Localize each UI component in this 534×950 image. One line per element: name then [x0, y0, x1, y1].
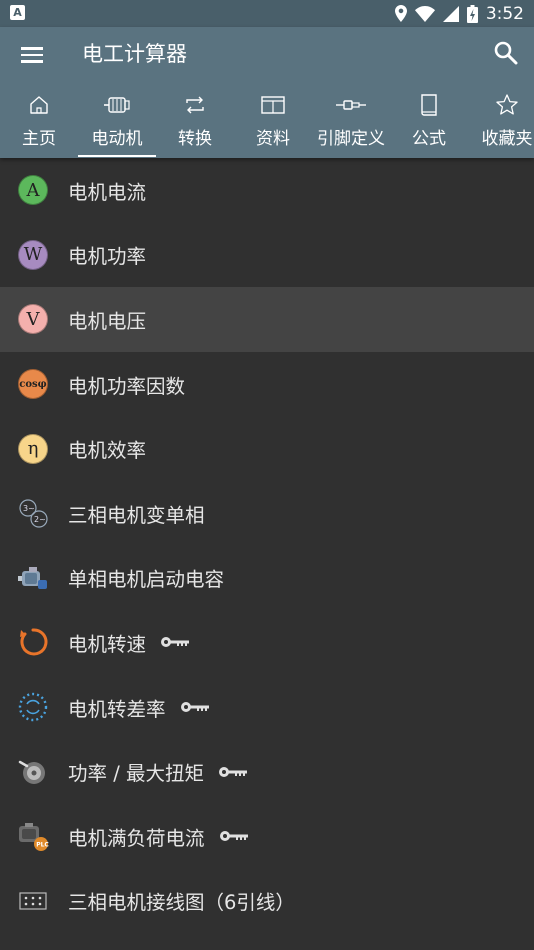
phase-convert-icon: 3~ 2~: [19, 499, 48, 528]
status-icons: 3:52: [394, 2, 524, 25]
tab-pinout[interactable]: 引脚定义: [312, 85, 390, 158]
watt-icon: W: [18, 239, 48, 270]
list-item-label: 电机电流: [68, 180, 147, 204]
lock-key-icon: [218, 766, 247, 777]
list-item-label: 电机转速: [68, 632, 147, 656]
tab-label: 资料: [256, 129, 290, 149]
home-icon: [30, 96, 48, 114]
list-item-three-to-single-phase[interactable]: 3~ 2~ 三相电机变单相: [0, 481, 534, 546]
list-item-label: 三相电机接线图（6引线）: [68, 891, 295, 915]
lock-key-icon: [180, 702, 209, 713]
list-item-label: 单相电机启动电容: [68, 568, 225, 592]
list-item-label: 电机转差率: [68, 697, 166, 721]
volt-icon: V: [18, 304, 48, 335]
tab-label: 收藏夹: [481, 129, 533, 149]
tab-formula[interactable]: 公式: [390, 85, 468, 158]
svg-text:2~: 2~: [34, 515, 46, 524]
status-bar: A 3:52: [0, 0, 534, 27]
tab-bar: 主页 电动机 转换 资料 引脚定义 公式 收藏夹: [0, 85, 534, 158]
tab-favorites[interactable]: 收藏夹: [468, 85, 534, 158]
signal-icon: [442, 5, 459, 22]
list-item-motor-speed[interactable]: 电机转速: [0, 610, 534, 675]
list-item-torque[interactable]: 功率 / 最大扭矩: [0, 739, 534, 804]
menu-button[interactable]: [17, 40, 47, 66]
eta-icon: η: [18, 433, 48, 464]
list-item-label: 三相电机变单相: [68, 503, 205, 527]
list-item-motor-current[interactable]: A 电机电流: [0, 158, 534, 223]
list-item-label: 功率 / 最大扭矩: [68, 762, 204, 786]
svg-text:PLC: PLC: [36, 842, 49, 849]
list-item-slip[interactable]: 电机转差率: [0, 675, 534, 740]
list-item-label: 电机功率因数: [68, 374, 186, 398]
tab-convert[interactable]: 转换: [156, 85, 234, 158]
battery-icon: [466, 4, 478, 23]
search-icon[interactable]: [492, 39, 520, 67]
list-item-motor-voltage[interactable]: V 电机电压: [0, 287, 534, 352]
app-bar: 电工计算器 主页 电动机 转换 资料 引脚定义 公式 收藏夹: [0, 27, 534, 158]
tab-motor[interactable]: 电动机: [78, 85, 156, 158]
convert-icon: [186, 96, 204, 114]
list-item-label: 电机功率: [68, 245, 147, 269]
tab-home[interactable]: 主页: [0, 85, 78, 158]
motor-icon: [104, 97, 130, 113]
location-icon: [394, 5, 407, 22]
lock-key-icon: [219, 831, 248, 842]
slip-icon: [18, 692, 48, 722]
connector-icon: [336, 100, 366, 110]
ampere-icon: A: [18, 175, 48, 206]
star-icon: [496, 94, 518, 115]
book-icon: [421, 94, 437, 116]
list-item-motor-power[interactable]: W 电机功率: [0, 223, 534, 288]
tab-label: 引脚定义: [317, 129, 385, 149]
motor-capacitor-icon: [18, 566, 47, 589]
list-item-power-factor[interactable]: cosφ 电机功率因数: [0, 352, 534, 417]
list-item-full-load-current[interactable]: PLC 电机满负荷电流: [0, 804, 534, 869]
clock: 3:52: [485, 3, 524, 24]
table-icon: [261, 96, 285, 114]
motor-calculator-list: A 电机电流 W 电机功率 V 电机电压 cosφ 电机功率因数 η 电机效率 …: [0, 158, 534, 933]
tab-label: 公式: [412, 129, 446, 149]
list-item-label: 电机效率: [68, 439, 147, 463]
lock-key-icon: [161, 637, 190, 648]
rotation-icon: [20, 628, 48, 656]
notification-icon: A: [10, 5, 25, 20]
list-item-efficiency[interactable]: η 电机效率: [0, 416, 534, 481]
tab-label: 转换: [178, 129, 212, 149]
plc-motor-icon: PLC: [19, 823, 49, 852]
wiring-icon: [19, 892, 47, 910]
tab-reference[interactable]: 资料: [234, 85, 312, 158]
torque-icon: [18, 760, 45, 784]
list-item-label: 电机满负荷电流: [68, 826, 205, 850]
tab-label: 主页: [22, 129, 56, 149]
list-item-label: 电机电压: [68, 309, 147, 333]
wifi-icon: [414, 5, 435, 22]
svg-text:3~: 3~: [23, 504, 35, 513]
tab-label: 电动机: [91, 129, 143, 149]
list-item-wiring-diagram[interactable]: 三相电机接线图（6引线）: [0, 869, 534, 934]
app-title: 电工计算器: [82, 42, 187, 66]
list-item-start-capacitor[interactable]: 单相电机启动电容: [0, 546, 534, 611]
cosphi-icon: cosφ: [18, 369, 48, 400]
